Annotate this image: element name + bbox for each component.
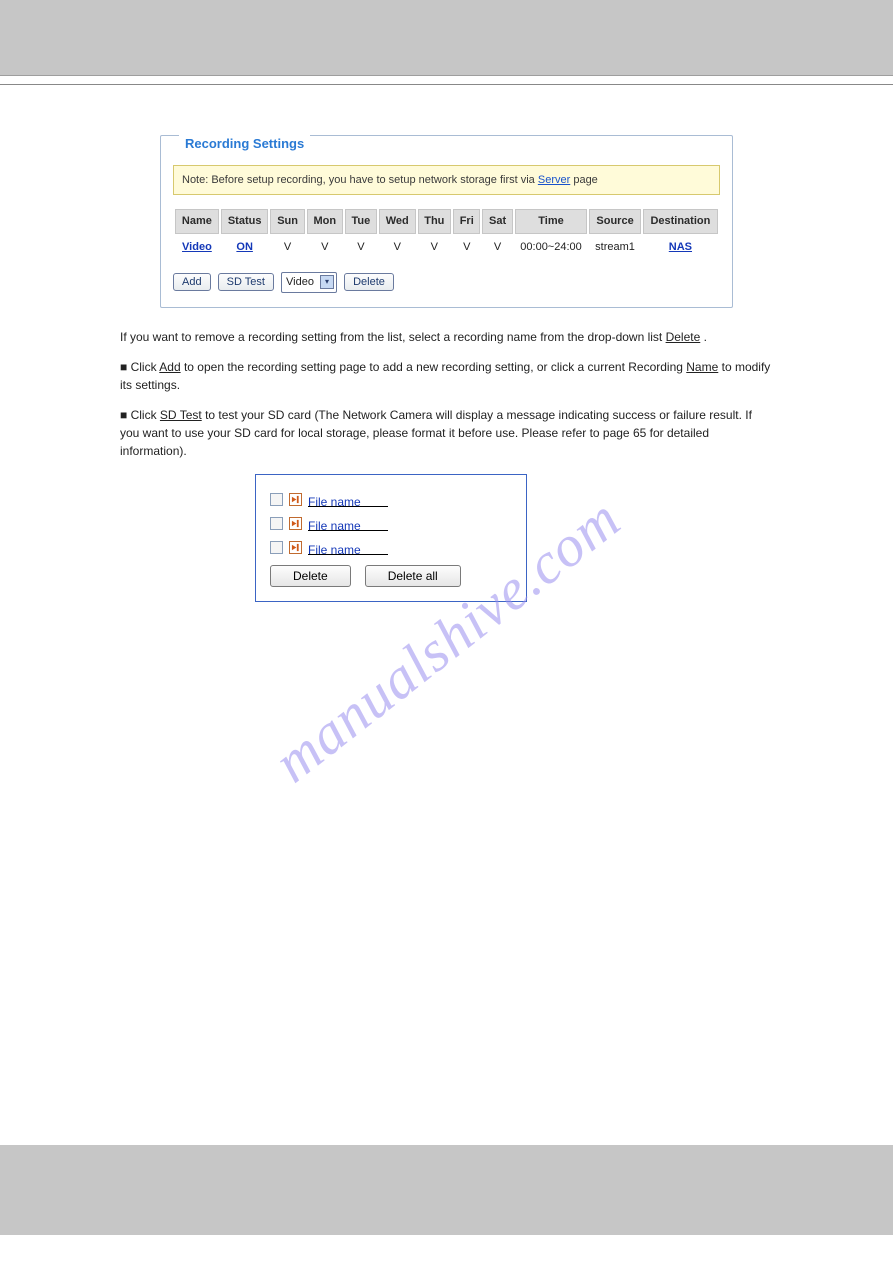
col-destination: Destination — [643, 209, 718, 234]
file-list-box: File name File name File name Delete Del… — [255, 474, 527, 602]
bullet-3a: ■ Click — [120, 408, 160, 422]
body-text-1: If you want to remove a recording settin… — [120, 330, 666, 344]
footer-bar — [0, 1145, 893, 1235]
col-sun: Sun — [270, 209, 304, 234]
col-status: Status — [221, 209, 269, 234]
cell-fri: V — [453, 236, 480, 259]
destination-link[interactable]: NAS — [669, 241, 692, 253]
cell-mon: V — [307, 236, 343, 259]
file-name-link[interactable]: File name — [308, 493, 388, 507]
col-mon: Mon — [307, 209, 343, 234]
name-underline-ref: Name — [686, 360, 718, 374]
recording-settings-panel: Recording Settings Note: Before setup re… — [160, 135, 733, 308]
cell-sun: V — [270, 236, 304, 259]
cell-thu: V — [418, 236, 452, 259]
cell-source: stream1 — [589, 236, 640, 259]
page-content: Recording Settings Note: Before setup re… — [0, 85, 893, 1145]
file-row: File name — [270, 517, 512, 531]
file-checkbox[interactable] — [270, 517, 283, 530]
recording-status-link[interactable]: ON — [236, 241, 253, 253]
note-text-suffix: page — [573, 174, 597, 186]
dialog-delete-all-button[interactable]: Delete all — [365, 565, 461, 587]
table-row: Video ON V V V V V V V 00:00~24:00 strea… — [175, 236, 718, 259]
body-paragraph-2: ■ Click Add to open the recording settin… — [120, 358, 773, 394]
server-link[interactable]: Server — [538, 174, 570, 186]
toolbar: Add SD Test Video ▾ Delete — [173, 272, 720, 293]
body-text-1b: . — [704, 330, 707, 344]
col-fri: Fri — [453, 209, 480, 234]
delete-underline-ref: Delete — [666, 330, 701, 344]
file-row: File name — [270, 541, 512, 555]
file-checkbox[interactable] — [270, 541, 283, 554]
chevron-down-icon: ▾ — [320, 275, 334, 289]
note-text-prefix: Note: Before setup recording, you have t… — [182, 174, 538, 186]
file-name-link[interactable]: File name — [308, 541, 388, 555]
sdtest-underline-ref: SD Test — [160, 408, 202, 422]
cell-time: 00:00~24:00 — [515, 236, 588, 259]
download-arrow-icon — [289, 493, 302, 506]
recording-select[interactable]: Video ▾ — [281, 272, 337, 293]
col-sat: Sat — [482, 209, 512, 234]
col-time: Time — [515, 209, 588, 234]
bullet-2a: ■ Click — [120, 360, 159, 374]
add-underline-ref: Add — [159, 360, 180, 374]
note-box: Note: Before setup recording, you have t… — [173, 165, 720, 196]
header-bar — [0, 0, 893, 76]
delete-button[interactable]: Delete — [344, 273, 394, 291]
panel-legend: Recording Settings — [179, 134, 310, 154]
sd-test-button[interactable]: SD Test — [218, 273, 274, 291]
download-arrow-icon — [289, 541, 302, 554]
file-name-link[interactable]: File name — [308, 517, 388, 531]
cell-tue: V — [345, 236, 377, 259]
col-thu: Thu — [418, 209, 452, 234]
col-name: Name — [175, 209, 219, 234]
col-tue: Tue — [345, 209, 377, 234]
cell-sat: V — [482, 236, 512, 259]
download-arrow-icon — [289, 517, 302, 530]
bullet-3b: to test your SD card (The Network Camera… — [205, 408, 709, 422]
cell-wed: V — [379, 236, 416, 259]
select-value: Video — [286, 276, 314, 288]
recording-table: Name Status Sun Mon Tue Wed Thu Fri Sat … — [173, 207, 720, 260]
recording-name-link[interactable]: Video — [182, 241, 212, 253]
bullet-2b: to open the recording setting page to ad… — [184, 360, 686, 374]
body-paragraph-3: ■ Click SD Test to test your SD card (Th… — [120, 406, 773, 460]
body-paragraph-1: If you want to remove a recording settin… — [120, 328, 773, 346]
dialog-delete-button[interactable]: Delete — [270, 565, 351, 587]
col-source: Source — [589, 209, 640, 234]
col-wed: Wed — [379, 209, 416, 234]
add-button[interactable]: Add — [173, 273, 211, 291]
file-row: File name — [270, 493, 512, 507]
file-checkbox[interactable] — [270, 493, 283, 506]
